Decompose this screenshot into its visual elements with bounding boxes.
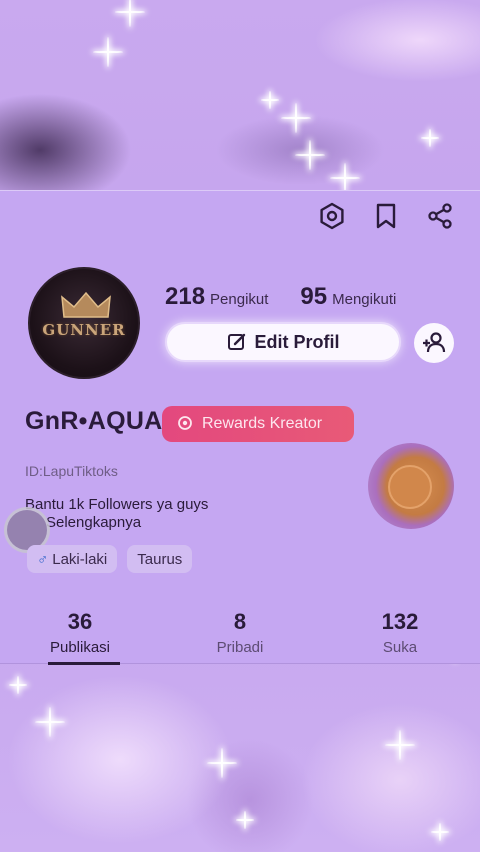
zodiac-label: Taurus <box>137 550 183 568</box>
tab-count: 36 <box>67 609 93 634</box>
profile-panel: GUNNER 218 Pengikut 95 Mengikuti Edit Pr… <box>0 190 480 665</box>
add-friend-button[interactable] <box>414 323 454 363</box>
tab-count: 8 <box>233 609 247 634</box>
bookmark-icon[interactable] <box>372 202 400 230</box>
follow-stats: 218 Pengikut 95 Mengikuti <box>165 283 428 311</box>
zodiac-tag: Taurus <box>127 545 193 573</box>
tab-pribadi[interactable]: 8 Pribadi <box>160 603 320 665</box>
badge-icon <box>178 416 192 430</box>
bio-text: Bantu 1k Followers ya guys <box>25 496 209 513</box>
followers-stat[interactable]: 218 Pengikut <box>165 283 268 311</box>
followers-count: 218 <box>165 283 206 310</box>
gender-tag: ♂ Laki-laki <box>27 545 118 573</box>
profile-tabs: 36 Publikasi 8 Pribadi 132 Suka <box>0 603 480 665</box>
followers-label: Pengikut <box>210 291 269 308</box>
male-icon: ♂ <box>37 550 49 568</box>
username: GnR•AQUA <box>25 407 163 435</box>
tab-publikasi[interactable]: 36 Publikasi <box>0 603 160 665</box>
tab-label: Publikasi <box>49 639 111 656</box>
add-user-icon <box>423 332 446 353</box>
avatar[interactable]: GUNNER <box>28 267 140 379</box>
edit-profile-button[interactable]: Edit Profil <box>165 322 401 362</box>
rewards-kreator-button[interactable]: Rewards Kreator <box>162 406 354 442</box>
tab-suka[interactable]: 132 Suka <box>320 603 480 665</box>
tab-label: Pribadi <box>216 639 264 656</box>
rewards-label: Rewards Kreator <box>202 415 323 432</box>
following-stat[interactable]: 95 Mengikuti <box>300 283 396 311</box>
edit-icon <box>227 333 245 350</box>
coin-icon <box>388 465 432 509</box>
edit-profile-label: Edit Profil <box>254 331 340 352</box>
share-icon[interactable] <box>426 202 454 230</box>
top-action-bar <box>318 191 480 241</box>
settings-icon[interactable] <box>318 202 346 230</box>
coin-floating-icon[interactable] <box>368 443 454 529</box>
tab-count: 132 <box>381 609 419 634</box>
gender-label: Laki-laki <box>52 550 108 568</box>
tab-label: Suka <box>382 639 418 656</box>
following-label: Mengikuti <box>332 291 397 308</box>
avatar-logo-text: GUNNER <box>42 321 126 339</box>
see-more-link[interactable]: Selengkapnya <box>46 514 141 531</box>
crown-icon <box>61 291 111 318</box>
following-count: 95 <box>300 283 328 310</box>
profile-tags: ♂ Laki-laki Taurus <box>27 545 193 573</box>
user-id: ID:LapuTiktoks <box>25 463 118 479</box>
